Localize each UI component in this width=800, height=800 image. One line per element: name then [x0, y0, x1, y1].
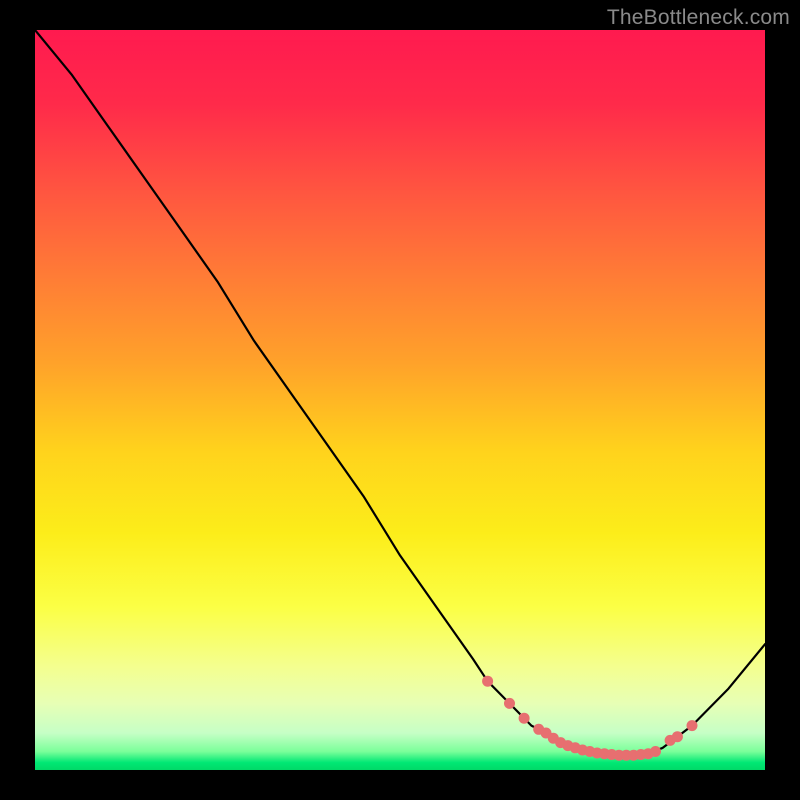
marker-point	[650, 746, 661, 757]
marker-point	[519, 713, 530, 724]
curve-line	[35, 30, 765, 755]
marker-point	[482, 676, 493, 687]
marker-point	[504, 698, 515, 709]
marker-point	[687, 720, 698, 731]
plot-area	[35, 30, 765, 770]
marker-group	[482, 676, 697, 761]
chart-frame: TheBottleneck.com	[0, 0, 800, 800]
watermark-label: TheBottleneck.com	[607, 6, 790, 30]
marker-point	[672, 731, 683, 742]
chart-svg	[35, 30, 765, 770]
